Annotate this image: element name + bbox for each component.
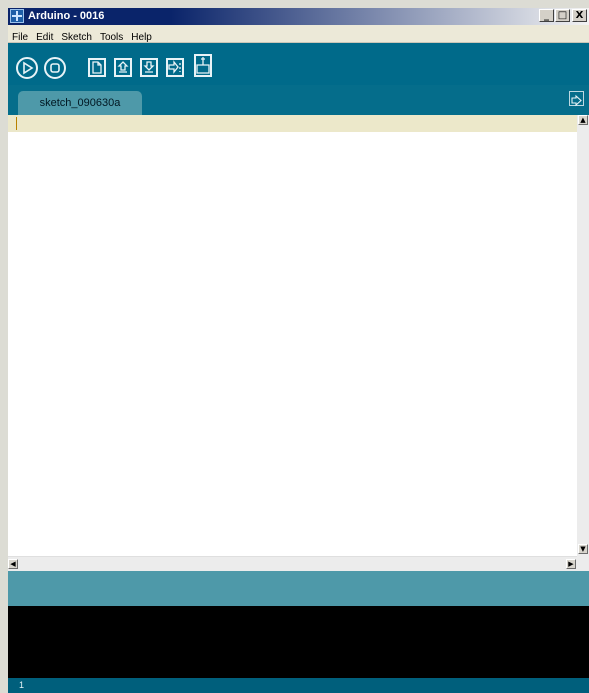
stop-button[interactable]: [44, 57, 66, 79]
message-area: [8, 571, 589, 606]
text-caret: [16, 117, 17, 130]
line-number: 1: [19, 680, 25, 690]
stop-icon: [50, 63, 60, 73]
serial-monitor-button[interactable]: [194, 54, 212, 77]
open-icon: [117, 61, 129, 73]
verify-button[interactable]: [16, 57, 38, 79]
menu-bar: File Edit Sketch Tools Help: [8, 25, 589, 43]
upload-button[interactable]: [166, 58, 184, 77]
status-bar: 1: [8, 678, 589, 693]
save-button[interactable]: [140, 58, 158, 77]
tab-label: sketch_090630a: [39, 97, 121, 109]
tab-strip: sketch_090630a: [8, 85, 589, 115]
window-title: Arduino - 0016: [28, 10, 105, 22]
horizontal-scrollbar[interactable]: ◀ ▶: [8, 556, 577, 571]
open-button[interactable]: [114, 58, 132, 77]
tab-menu-button[interactable]: [569, 91, 584, 107]
arduino-app-icon[interactable]: [10, 9, 24, 23]
save-icon: [143, 61, 155, 73]
current-line-highlight: [8, 115, 577, 132]
tab-sketch[interactable]: sketch_090630a: [18, 91, 142, 115]
title-bar[interactable]: Arduino - 0016 _ □ X: [8, 8, 589, 25]
arduino-window: Arduino - 0016 _ □ X File Edit Sketch Tools…: [0, 0, 589, 693]
arrow-right-icon: [571, 94, 582, 107]
maximize-button[interactable]: □: [555, 9, 570, 22]
serial-monitor-icon: [196, 57, 210, 74]
scroll-down-button[interactable]: ▼: [578, 544, 588, 554]
minimize-button[interactable]: _: [539, 9, 554, 22]
upload-icon: [168, 60, 181, 74]
toolbar: [8, 43, 589, 85]
new-button[interactable]: [88, 58, 106, 77]
play-icon: [23, 61, 34, 75]
scroll-up-button[interactable]: ▲: [578, 115, 588, 125]
console-output[interactable]: [8, 606, 589, 678]
code-editor[interactable]: [8, 115, 577, 556]
new-icon: [92, 61, 102, 74]
close-button[interactable]: X: [572, 9, 587, 22]
vertical-scrollbar[interactable]: ▲ ▼: [577, 115, 589, 556]
scroll-left-button[interactable]: ◀: [8, 559, 18, 569]
scroll-right-button[interactable]: ▶: [566, 559, 576, 569]
scrollbar-corner: [577, 556, 589, 571]
console-text: [8, 606, 589, 612]
